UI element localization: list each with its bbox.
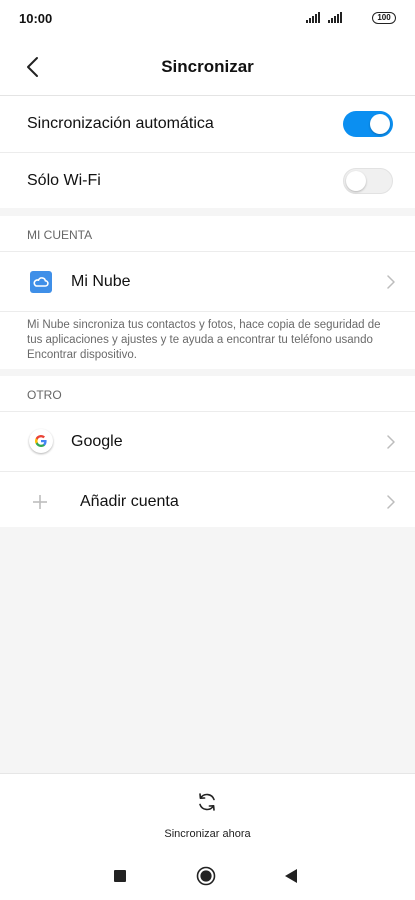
chevron-right-icon (387, 495, 395, 509)
google-label: Google (71, 433, 123, 450)
section-title: MI CUENTA (27, 228, 93, 242)
wifi-only-label: Sólo Wi-Fi (27, 172, 101, 189)
section-header-other: OTRO (0, 376, 415, 412)
signal-icon (306, 12, 322, 23)
add-account-label: Añadir cuenta (80, 493, 179, 510)
signal-icon (328, 12, 344, 23)
auto-sync-toggle[interactable] (343, 111, 393, 137)
home-button[interactable] (196, 866, 216, 886)
mi-nube-description: Mi Nube sincroniza tus contactos y fotos… (0, 311, 415, 369)
status-time: 10:00 (19, 11, 53, 26)
status-bar: 10:00 100 (0, 0, 415, 38)
plus-icon (33, 495, 47, 509)
bottom-action-bar: Sincronizar ahora (0, 773, 415, 851)
cloud-icon (30, 271, 52, 293)
back-nav-button[interactable] (284, 868, 298, 884)
sync-settings-group: Sincronización automática Sólo Wi-Fi (0, 96, 415, 208)
wifi-only-toggle[interactable] (343, 168, 393, 194)
system-nav-bar (0, 851, 415, 900)
page-title: Sincronizar (161, 57, 254, 76)
sync-icon (199, 793, 215, 811)
home-icon (196, 866, 216, 886)
app-header: Sincronizar (0, 38, 415, 96)
google-account-row[interactable]: Google (0, 412, 415, 471)
section-title: OTRO (27, 388, 62, 402)
mi-nube-row[interactable]: Mi Nube (0, 252, 415, 311)
section-header-my-account: MI CUENTA (0, 216, 415, 252)
toggle-knob (370, 114, 390, 134)
recents-button[interactable] (114, 870, 126, 882)
auto-sync-row: Sincronización automática (0, 96, 415, 152)
chevron-right-icon (387, 435, 395, 449)
toggle-knob (346, 171, 366, 191)
google-icon (29, 429, 53, 453)
chevron-right-icon (387, 275, 395, 289)
other-section: OTRO Google Añadir cuenta (0, 376, 415, 527)
sync-now-label: Sincronizar ahora (164, 828, 251, 840)
mi-nube-label: Mi Nube (71, 273, 131, 290)
sync-now-button[interactable]: Sincronizar ahora (150, 784, 265, 846)
wifi-only-row: Sólo Wi-Fi (0, 152, 415, 208)
triangle-back-icon (285, 869, 297, 883)
battery-icon: 100 (372, 12, 396, 24)
my-account-section: MI CUENTA Mi Nube Mi Nube sincroniza tus… (0, 216, 415, 369)
auto-sync-label: Sincronización automática (27, 115, 214, 132)
add-account-row[interactable]: Añadir cuenta (0, 471, 415, 527)
